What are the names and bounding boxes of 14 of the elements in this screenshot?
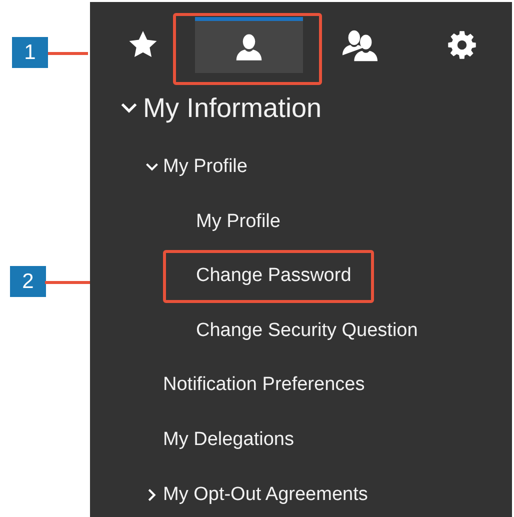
leader-line	[48, 52, 88, 55]
callout-number: 1	[12, 37, 48, 68]
tab[interactable]	[195, 17, 303, 73]
menu-item[interactable]: Change Password	[196, 262, 352, 291]
menu-item[interactable]: Notification Preferences	[163, 371, 365, 400]
callout-number: 2	[10, 266, 46, 297]
menu-item[interactable]: My Profile	[196, 208, 280, 236]
menu-item[interactable]: My Delegations	[163, 426, 294, 455]
settings-icon	[447, 30, 477, 60]
leader-line	[45, 281, 90, 284]
menu-item[interactable]: Change Security Question	[196, 316, 418, 346]
menu-item[interactable]: My Information	[120, 88, 322, 128]
menu-item[interactable]: My Opt-Out Agreements	[145, 480, 368, 510]
menu-item[interactable]: My Profile	[145, 153, 248, 182]
